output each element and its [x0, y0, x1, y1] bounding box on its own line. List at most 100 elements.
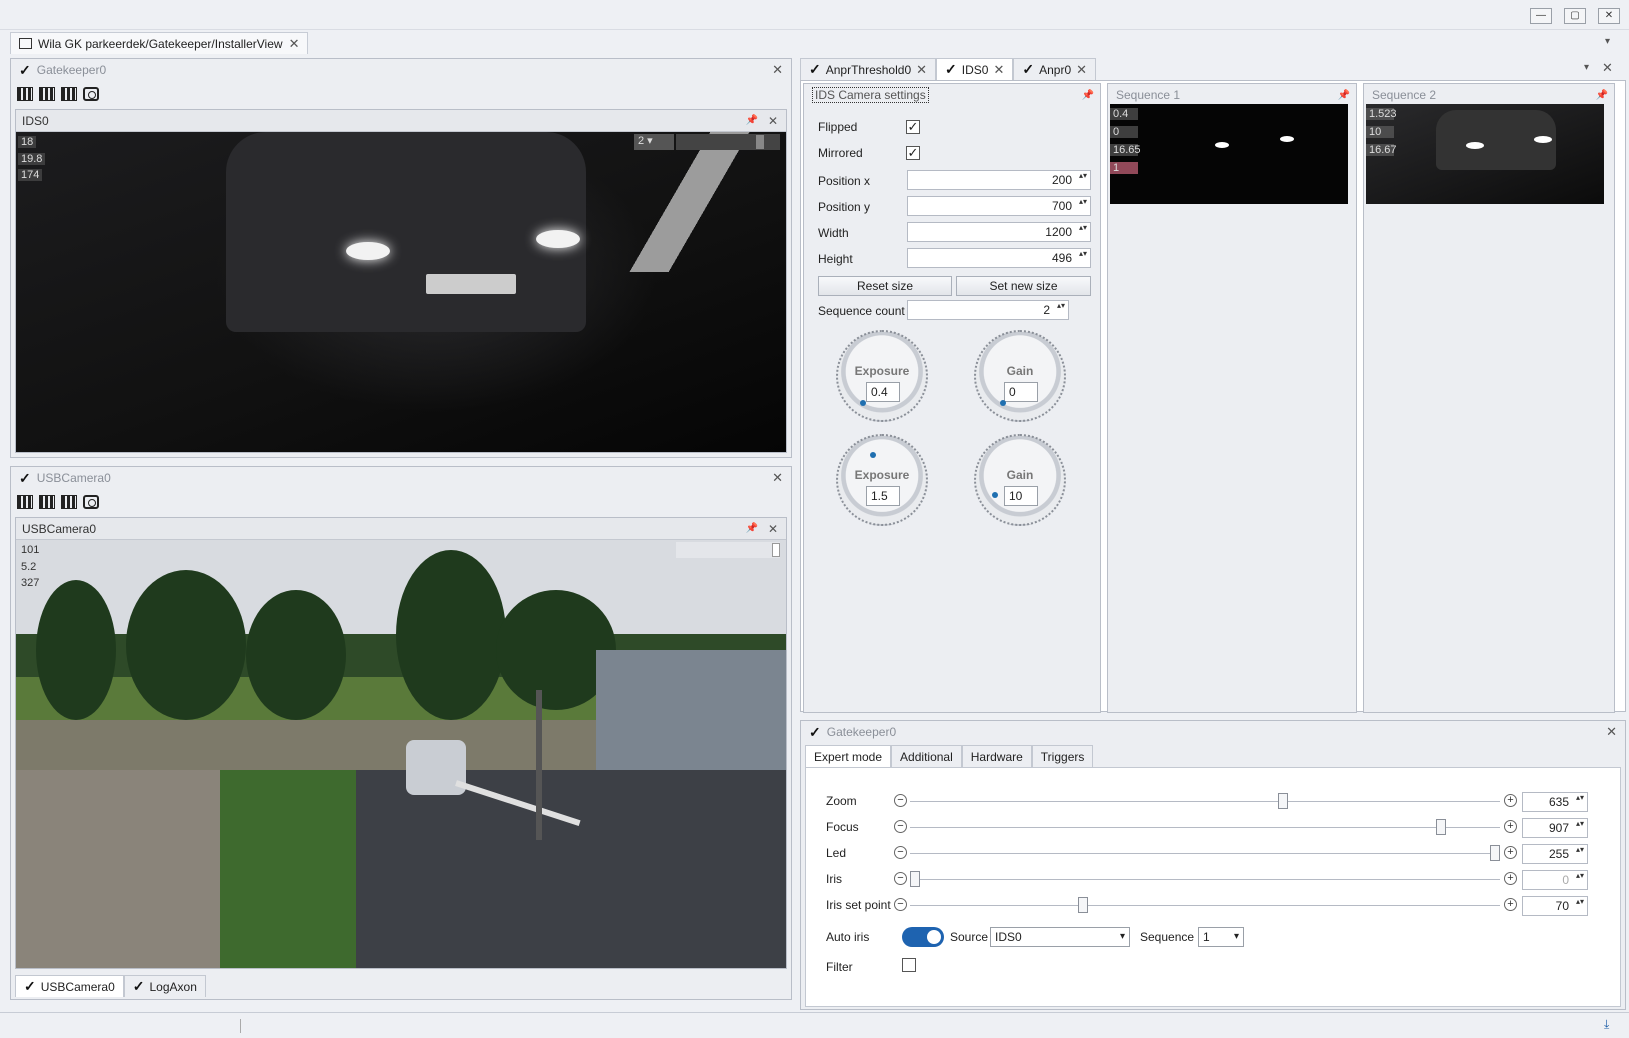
tab-anpr0[interactable]: ✓ Anpr0 ✕	[1013, 58, 1097, 80]
minimize-button[interactable]: —	[1530, 8, 1552, 24]
position-y-spinner[interactable]: 700	[907, 196, 1091, 216]
minus-icon[interactable]: −	[894, 846, 907, 859]
knob-value-input[interactable]: 1.5	[866, 486, 900, 506]
layout-3col-icon[interactable]	[39, 495, 55, 509]
gain-knob-1[interactable]: Gain 0	[974, 330, 1066, 422]
flipped-checkbox[interactable]: ✓	[906, 120, 920, 134]
reset-size-button[interactable]: Reset size	[818, 276, 952, 296]
chevron-down-icon[interactable]: ▾	[1584, 62, 1589, 73]
width-spinner[interactable]: 1200	[907, 222, 1091, 242]
plus-icon[interactable]: +	[1504, 872, 1517, 885]
tab-anprthreshold[interactable]: ✓ AnprThreshold0 ✕	[800, 58, 937, 80]
layout-grid-icon[interactable]	[61, 87, 77, 101]
slider-value-spinner[interactable]: 70	[1522, 896, 1588, 916]
knob-value-input[interactable]: 0.4	[866, 382, 900, 402]
camera-settings-icon[interactable]	[83, 495, 99, 509]
auto-iris-toggle[interactable]	[902, 927, 944, 947]
plus-icon[interactable]: +	[1504, 794, 1517, 807]
slider-thumb[interactable]	[1078, 897, 1089, 913]
layout-grid-icon[interactable]	[61, 495, 77, 509]
minus-icon[interactable]: −	[894, 794, 907, 807]
layout-2col-icon[interactable]	[17, 495, 33, 509]
slider-value-spinner[interactable]: 255	[1522, 844, 1588, 864]
slider-thumb[interactable]	[772, 543, 780, 557]
exposure-knob-2[interactable]: Exposure 1.5	[836, 434, 928, 526]
tab-usbcamera[interactable]: ✓ USBCamera0	[15, 975, 124, 997]
sequence-count-spinner[interactable]: 2	[907, 300, 1069, 320]
filter-checkbox[interactable]	[902, 958, 916, 972]
layout-3col-icon[interactable]	[39, 87, 55, 101]
layout-2col-icon[interactable]	[17, 87, 33, 101]
sequence-select[interactable]: 2 ▾	[634, 134, 674, 150]
slider-value-spinner[interactable]: 635	[1522, 792, 1588, 812]
chevron-down-icon[interactable]: ▾	[1605, 36, 1610, 47]
plus-icon[interactable]: +	[1504, 846, 1517, 859]
slider-track[interactable]	[910, 905, 1500, 906]
pin-icon[interactable]: 📌	[746, 523, 758, 534]
tab-ids0[interactable]: ✓ IDS0 ✕	[936, 58, 1014, 80]
tree	[36, 580, 116, 720]
headlight-right	[536, 230, 580, 248]
close-icon[interactable]: ✕	[768, 522, 778, 536]
minus-icon[interactable]: −	[894, 872, 907, 885]
close-icon[interactable]: ✕	[289, 36, 300, 52]
plus-icon[interactable]: +	[1504, 898, 1517, 911]
slider-track[interactable]	[910, 827, 1500, 828]
knob-value-input[interactable]: 0	[1004, 382, 1038, 402]
download-icon[interactable]: ⤓	[1604, 1017, 1609, 1032]
frame-slider[interactable]	[676, 542, 780, 558]
panel-header: ✓ USBCamera0 ✕	[11, 467, 791, 489]
minus-icon[interactable]: −	[894, 898, 907, 911]
height-label: Height	[818, 252, 853, 266]
position-x-spinner[interactable]: 200	[907, 170, 1091, 190]
slider-value-spinner[interactable]: 907	[1522, 818, 1588, 838]
close-icon[interactable]: ✕	[772, 62, 783, 78]
close-icon[interactable]: ✕	[1076, 62, 1087, 78]
slider-track[interactable]	[910, 853, 1500, 854]
slider-track[interactable]	[910, 801, 1500, 802]
knob-value-input[interactable]: 10	[1004, 486, 1038, 506]
mirrored-checkbox[interactable]: ✓	[906, 146, 920, 160]
camera-settings-icon[interactable]	[83, 87, 99, 101]
close-icon[interactable]: ✕	[993, 62, 1004, 78]
document-tab[interactable]: Wila GK parkeerdek/Gatekeeper/InstallerV…	[10, 32, 309, 54]
close-icon[interactable]: ✕	[768, 114, 778, 128]
frame-slider[interactable]	[676, 134, 780, 150]
pin-icon[interactable]: 📌	[1082, 90, 1094, 101]
gain-knob-2[interactable]: Gain 10	[974, 434, 1066, 526]
usbcamera-panel: ✓ USBCamera0 ✕ USBCamera0 📌 ✕ 101 5.2 32…	[10, 466, 792, 1000]
headlight-left	[346, 242, 390, 260]
slider-thumb[interactable]	[1278, 793, 1289, 809]
pin-icon[interactable]: 📌	[1596, 90, 1608, 101]
set-new-size-button[interactable]: Set new size	[956, 276, 1091, 296]
close-icon[interactable]: ✕	[1602, 60, 1613, 76]
source-select[interactable]: IDS0	[990, 927, 1130, 947]
exposure-knob-1[interactable]: Exposure 0.4	[836, 330, 928, 422]
maximize-button[interactable]: ▢	[1564, 8, 1586, 24]
tab-triggers[interactable]: Triggers	[1031, 745, 1094, 767]
close-icon[interactable]: ✕	[1606, 724, 1617, 740]
close-window-button[interactable]: ✕	[1598, 8, 1620, 24]
close-icon[interactable]: ✕	[772, 470, 783, 486]
tab-additional[interactable]: Additional	[891, 745, 962, 767]
tab-logaxon[interactable]: ✓ LogAxon	[123, 975, 206, 997]
plus-icon[interactable]: +	[1504, 820, 1517, 833]
slider-value-spinner[interactable]: 0	[1522, 870, 1588, 890]
road-marking	[606, 132, 786, 272]
slider-thumb[interactable]	[910, 871, 920, 887]
panel-title: Sequence 2	[1372, 88, 1437, 102]
sequence-label: Sequence	[1140, 930, 1195, 944]
height-spinner[interactable]: 496	[907, 248, 1091, 268]
gatekeeper-panel-top: ✓ Gatekeeper0 ✕ IDS0 📌 ✕ 18 19.8 174 2 ▾	[10, 58, 792, 458]
tab-hardware[interactable]: Hardware	[961, 745, 1032, 767]
slider-track[interactable]	[910, 879, 1500, 880]
sequence-select[interactable]: 1	[1198, 927, 1244, 947]
close-icon[interactable]: ✕	[916, 62, 927, 78]
pin-icon[interactable]: 📌	[746, 115, 758, 126]
minus-icon[interactable]: −	[894, 820, 907, 833]
pin-icon[interactable]: 📌	[1338, 90, 1350, 101]
slider-thumb[interactable]	[1436, 819, 1447, 835]
tab-expert-mode[interactable]: Expert mode	[805, 745, 892, 767]
slider-thumb[interactable]	[756, 135, 764, 149]
slider-thumb[interactable]	[1490, 845, 1500, 861]
